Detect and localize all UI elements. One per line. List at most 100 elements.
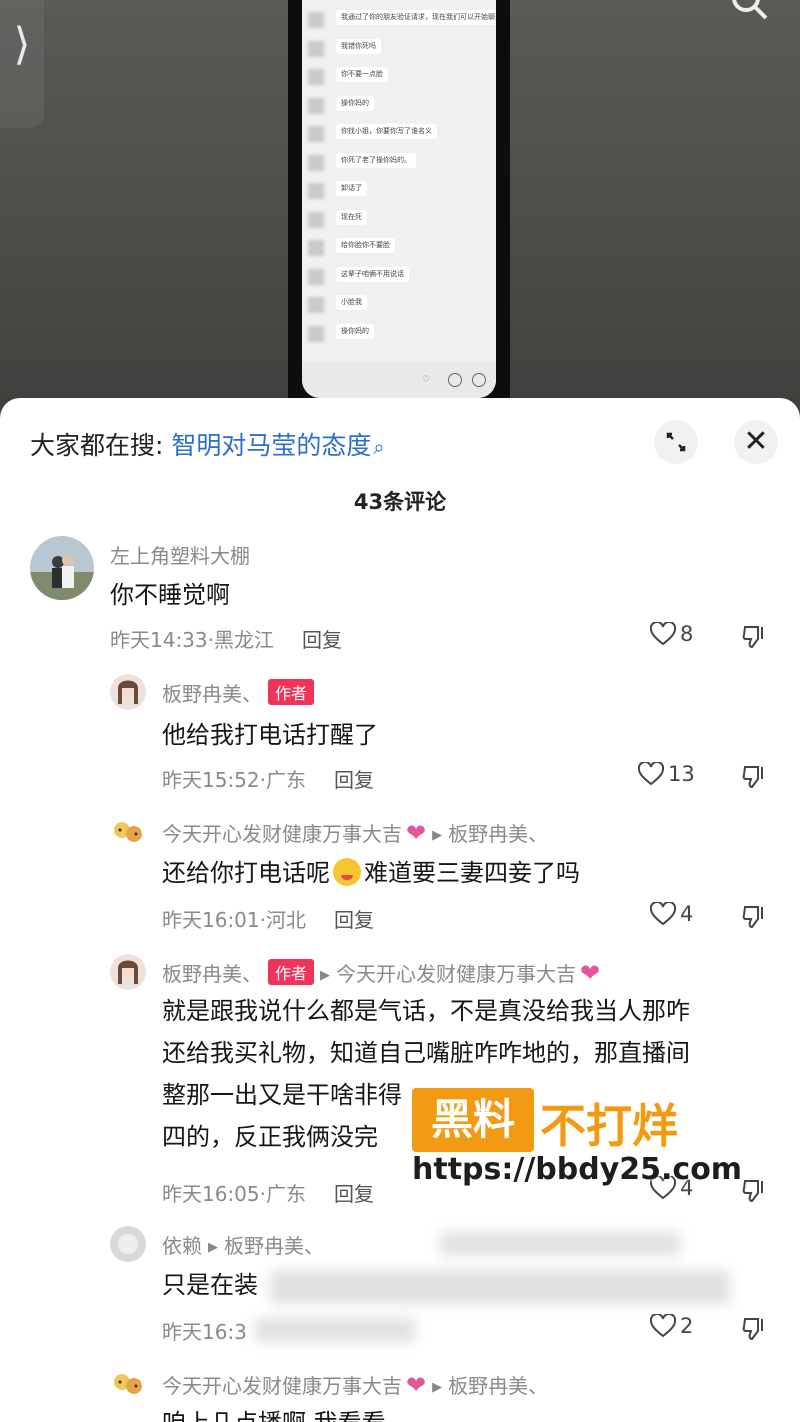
comment-username[interactable]: 板野冉美、 作者 <box>162 678 315 707</box>
like-button[interactable]: 4 <box>649 900 694 926</box>
blurred-region <box>255 1318 415 1342</box>
search-icon[interactable] <box>730 0 770 22</box>
comment-username[interactable]: 今天开心发财健康万事大吉 ❤ ▶ 板野冉美、 <box>162 818 548 847</box>
comment-item: 左上角塑料大棚 你不睡觉啊 昨天14:33·黑龙江 回复 8 <box>0 536 800 666</box>
chat-message: 小脸我 <box>302 295 496 324</box>
chat-avatar <box>308 297 324 313</box>
search-suggestion[interactable]: 大家都在搜: 智明对马莹的态度 ⌕ <box>30 426 385 462</box>
watermark-url: https://bbdy25.com <box>412 1152 743 1187</box>
comment-item: 依赖 ▶ 板野冉美、 只是在装 昨天16:3 2 <box>0 1226 800 1356</box>
chat-avatar <box>308 325 324 342</box>
chat-bubble: 给你脸你不要脸 <box>336 238 395 253</box>
expand-icon <box>666 432 686 452</box>
chat-message: 给你脸你不要脸 <box>302 238 496 267</box>
comment-sheet: 大家都在搜: 智明对马莹的态度 ⌕ ✕ 43条评论 左上角塑料大棚 你不睡觉啊 昨… <box>0 398 800 1422</box>
chat-bubble: 这辈子咱俩不用说话 <box>336 266 409 282</box>
comment-text: 还给你打电话呢 难道要三妻四妾了吗 <box>162 852 580 894</box>
chat-bubble: 你死了老了操你妈的。 <box>336 152 416 168</box>
like-count: 4 <box>680 902 694 926</box>
like-count: 2 <box>680 1314 694 1338</box>
like-button[interactable]: 13 <box>637 760 695 786</box>
watermark-text: 不打烊 <box>540 1099 678 1153</box>
reply-button[interactable]: 回复 <box>302 628 342 652</box>
chat-bubble: 操你妈的 <box>336 95 374 111</box>
comment-username[interactable]: 板野冉美、 作者 ▶ 今天开心发财健康万事大吉 ❤ <box>162 958 600 987</box>
chat-input-bar: ♡ <box>302 362 496 398</box>
username-text[interactable]: 今天开心发财健康万事大吉 <box>162 822 402 846</box>
chat-message: 你死了老了操你妈的。 <box>302 152 496 182</box>
back-chevron-icon[interactable]: ⟩ <box>0 0 44 128</box>
reply-arrow-icon: ▶ <box>432 1380 443 1395</box>
username-text[interactable]: 板野冉美、 <box>162 962 262 986</box>
chat-bubble: 我通过了你的朋友验证请求，现在我们可以开始聊天了 <box>336 10 496 25</box>
comment-time: 昨天16:01·河北 <box>162 908 306 932</box>
video-preview[interactable]: ⟩ 我通过了你的朋友验证请求，现在我们可以开始聊天了 我错你死吗你不要一点脸 操你妈… <box>0 0 800 420</box>
chat-avatar <box>308 240 324 256</box>
dislike-icon[interactable] <box>742 1316 768 1342</box>
close-icon: ✕ <box>743 424 769 459</box>
chat-avatar <box>308 268 324 285</box>
chat-avatar <box>308 12 324 28</box>
comment-line: 就是跟我说什么都是气话，不是真没给我当人那咋 <box>162 997 690 1025</box>
avatar[interactable] <box>30 536 94 600</box>
avatar[interactable] <box>110 814 146 850</box>
comment-meta: 昨天16:3 <box>162 1316 247 1345</box>
chat-message: 你不要一点脸 <box>302 67 496 96</box>
comment-item: 今天开心发财健康万事大吉❤ ▶ 板野冉美、 咱上几点播啊 我看看 <box>0 1366 800 1422</box>
chat-bubble: 操你妈的 <box>336 323 374 339</box>
reply-button[interactable]: 回复 <box>334 908 374 932</box>
chat-bubble: 我错你死吗 <box>336 38 381 54</box>
heart-icon <box>649 1312 677 1338</box>
comment-text-part: 还给你打电话呢 <box>162 859 330 887</box>
comment-time: 昨天14:33·黑龙江 <box>110 628 274 652</box>
heart-icon <box>649 620 677 646</box>
reply-to-username[interactable]: 板野冉美、 <box>448 822 548 846</box>
reply-button[interactable]: 回复 <box>334 1182 374 1206</box>
heart-emoji-icon: ❤ <box>580 959 601 987</box>
dislike-icon[interactable] <box>742 624 768 650</box>
chat-message: 这辈子咱俩不用说话 <box>302 266 496 296</box>
reply-to-username[interactable]: 今天开心发财健康万事大吉 <box>336 962 576 986</box>
close-button[interactable]: ✕ <box>734 420 778 464</box>
comment-meta: 昨天14:33·黑龙江 回复 <box>110 624 342 653</box>
like-button[interactable]: 8 <box>649 620 693 646</box>
author-badge: 作者 <box>268 679 315 705</box>
chat-avatar <box>308 126 324 142</box>
chat-avatar <box>308 211 324 228</box>
comment-username[interactable]: 今天开心发财健康万事大吉 ❤ ▶ 板野冉美、 <box>162 1370 548 1399</box>
chat-list: 我通过了你的朋友验证请求，现在我们可以开始聊天了 我错你死吗 你不要一点脸 操你妈的你… <box>302 10 496 352</box>
username-text[interactable]: 今天开心发财健康万事大吉 <box>162 1374 402 1398</box>
avatar[interactable] <box>110 1226 146 1262</box>
chat-avatar <box>308 69 324 85</box>
heart-emoji-icon: ❤ <box>406 819 427 847</box>
comment-username[interactable]: 左上角塑料大棚 <box>110 540 250 569</box>
chat-avatar <box>308 97 324 114</box>
comment-item: 板野冉美、 作者 他给我打电话打醒了 昨天15:52·广东 回复 13 <box>0 674 800 804</box>
avatar[interactable] <box>110 674 146 710</box>
comment-line: 四的，反正我俩没完 <box>162 1123 378 1151</box>
comment-text: 咱上几点播啊 我看看 <box>162 1402 386 1422</box>
reply-button[interactable]: 回复 <box>334 768 374 792</box>
chat-bubble: 卸话了 <box>336 181 367 196</box>
dislike-icon[interactable] <box>742 904 768 930</box>
dislike-icon[interactable] <box>742 764 768 790</box>
chat-bubble: 你不要一点脸 <box>336 67 388 82</box>
reply-to-username[interactable]: 板野冉美、 <box>448 1374 548 1398</box>
chat-bubble: 现在死 <box>336 209 367 225</box>
chat-avatar <box>308 40 324 57</box>
username-text[interactable]: 板野冉美、 <box>162 682 262 706</box>
search-suggestion-keyword[interactable]: 智明对马莹的态度 <box>171 431 371 460</box>
expand-button[interactable] <box>654 420 698 464</box>
chat-bubble: 小脸我 <box>336 295 367 310</box>
like-button[interactable]: 2 <box>649 1312 694 1338</box>
username-text[interactable]: 依赖 <box>162 1234 202 1258</box>
comment-line: 还给我买礼物，知道自己嘴脏咋咋地的，那直播间 <box>162 1039 690 1067</box>
avatar[interactable] <box>110 1366 146 1402</box>
emoji-icon <box>448 373 462 387</box>
reply-to-username[interactable]: 板野冉美、 <box>224 1234 324 1258</box>
comment-username[interactable]: 依赖 ▶ 板野冉美、 <box>162 1230 324 1259</box>
avatar[interactable] <box>110 954 146 990</box>
chat-message: 操你妈的 <box>302 323 496 353</box>
heart-icon <box>649 900 677 926</box>
reply-arrow-icon: ▶ <box>432 828 443 843</box>
